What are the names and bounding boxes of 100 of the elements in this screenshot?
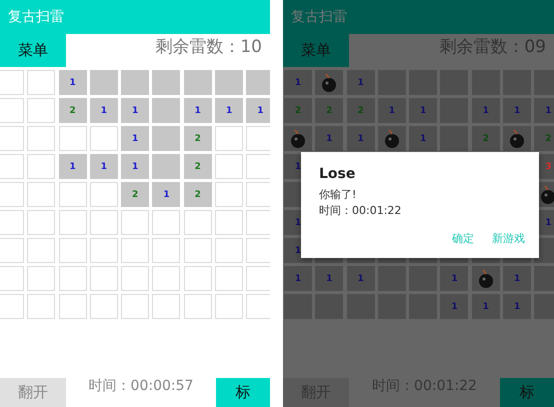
mine-cell[interactable] bbox=[27, 294, 56, 319]
mine-cell[interactable]: 2 bbox=[534, 126, 554, 151]
mine-cell[interactable] bbox=[0, 154, 24, 179]
mine-cell[interactable] bbox=[90, 294, 118, 319]
mine-cell[interactable]: 1 bbox=[90, 154, 118, 179]
mine-cell[interactable] bbox=[246, 182, 270, 207]
mine-cell[interactable] bbox=[121, 70, 150, 95]
mine-cell[interactable] bbox=[0, 182, 24, 207]
mine-cell[interactable]: 1 bbox=[503, 266, 532, 291]
mine-cell[interactable] bbox=[184, 210, 212, 235]
mine-cell[interactable] bbox=[27, 210, 56, 235]
mine-cell[interactable] bbox=[378, 266, 406, 291]
mine-cell[interactable] bbox=[215, 70, 244, 95]
mine-cell[interactable]: 2 bbox=[184, 154, 212, 179]
mine-cell[interactable] bbox=[246, 266, 270, 291]
mine-cell[interactable]: 1 bbox=[409, 98, 438, 123]
mine-cell[interactable] bbox=[534, 266, 554, 291]
mine-cell[interactable] bbox=[215, 210, 244, 235]
mine-cell[interactable]: 2 bbox=[58, 98, 87, 123]
mine-cell[interactable] bbox=[90, 210, 118, 235]
mine-cell[interactable] bbox=[27, 98, 56, 123]
mine-cell[interactable] bbox=[90, 266, 118, 291]
mine-cell[interactable] bbox=[503, 126, 532, 151]
mine-cell[interactable]: 2 bbox=[121, 182, 150, 207]
mine-cell[interactable]: 1 bbox=[534, 98, 554, 123]
mine-cell[interactable]: 1 bbox=[284, 266, 312, 291]
mine-cell[interactable] bbox=[0, 98, 24, 123]
mine-cell[interactable]: 1 bbox=[503, 98, 532, 123]
mine-cell[interactable] bbox=[215, 266, 244, 291]
mine-cell[interactable]: 1 bbox=[472, 294, 500, 319]
mine-cell[interactable]: 2 bbox=[184, 126, 212, 151]
mine-cell[interactable] bbox=[378, 126, 406, 151]
mine-cell[interactable] bbox=[215, 238, 244, 263]
mine-cell[interactable]: 1 bbox=[121, 126, 150, 151]
mine-cell[interactable] bbox=[58, 182, 87, 207]
mine-cell[interactable] bbox=[58, 210, 87, 235]
mine-cell[interactable] bbox=[152, 154, 180, 179]
mine-cell[interactable] bbox=[27, 182, 56, 207]
mine-cell[interactable] bbox=[215, 126, 244, 151]
mine-cell[interactable] bbox=[315, 70, 344, 95]
mine-cell[interactable]: 1 bbox=[472, 98, 500, 123]
mine-cell[interactable] bbox=[27, 266, 56, 291]
menu-button[interactable]: 菜单 bbox=[0, 34, 66, 67]
mine-cell[interactable] bbox=[472, 266, 500, 291]
mine-cell[interactable] bbox=[121, 238, 150, 263]
mine-cell[interactable] bbox=[27, 126, 56, 151]
mine-cell[interactable] bbox=[27, 154, 56, 179]
mine-cell[interactable] bbox=[152, 238, 180, 263]
mine-cell[interactable]: 2 bbox=[184, 182, 212, 207]
mine-cell[interactable]: 1 bbox=[121, 154, 150, 179]
mine-cell[interactable]: 1 bbox=[315, 266, 344, 291]
mine-cell[interactable] bbox=[184, 266, 212, 291]
mine-cell[interactable]: 1 bbox=[409, 126, 438, 151]
mine-cell[interactable] bbox=[215, 154, 244, 179]
mine-cell[interactable] bbox=[246, 210, 270, 235]
mine-cell[interactable] bbox=[246, 70, 270, 95]
mine-cell[interactable] bbox=[121, 266, 150, 291]
mine-cell[interactable] bbox=[215, 294, 244, 319]
mine-cell[interactable] bbox=[0, 210, 24, 235]
mine-cell[interactable] bbox=[284, 126, 312, 151]
mine-cell[interactable]: 1 bbox=[315, 126, 344, 151]
mine-cell[interactable] bbox=[246, 294, 270, 319]
mine-cell[interactable] bbox=[184, 294, 212, 319]
mine-cell[interactable] bbox=[90, 182, 118, 207]
mine-cell[interactable]: 1 bbox=[440, 266, 468, 291]
mine-cell[interactable]: 1 bbox=[90, 98, 118, 123]
mine-cell[interactable]: 1 bbox=[346, 266, 375, 291]
mine-cell[interactable] bbox=[121, 294, 150, 319]
mine-cell[interactable]: 2 bbox=[472, 126, 500, 151]
mine-cell[interactable]: 2 bbox=[346, 98, 375, 123]
mine-cell[interactable] bbox=[0, 126, 24, 151]
mine-cell[interactable] bbox=[215, 182, 244, 207]
mine-cell[interactable] bbox=[58, 126, 87, 151]
mine-cell[interactable] bbox=[58, 238, 87, 263]
mine-cell[interactable] bbox=[27, 70, 56, 95]
mine-cell[interactable]: 1 bbox=[440, 294, 468, 319]
flag-button[interactable]: 标 bbox=[500, 378, 554, 407]
mine-cell[interactable] bbox=[0, 294, 24, 319]
mine-cell[interactable] bbox=[121, 210, 150, 235]
mine-cell[interactable] bbox=[184, 70, 212, 95]
mine-cell[interactable] bbox=[152, 70, 180, 95]
mine-cell[interactable]: 1 bbox=[346, 126, 375, 151]
mine-cell[interactable]: 1 bbox=[346, 70, 375, 95]
mine-cell[interactable] bbox=[152, 210, 180, 235]
mine-cell[interactable]: 1 bbox=[152, 182, 180, 207]
mine-cell[interactable] bbox=[284, 294, 312, 319]
mine-cell[interactable] bbox=[152, 266, 180, 291]
mine-cell[interactable]: 1 bbox=[58, 70, 87, 95]
mine-cell[interactable]: 1 bbox=[215, 98, 244, 123]
mine-cell[interactable] bbox=[152, 98, 180, 123]
mine-cell[interactable] bbox=[0, 70, 24, 95]
mine-cell[interactable]: 1 bbox=[58, 154, 87, 179]
dialog-button[interactable]: 新游戏 bbox=[492, 231, 525, 246]
reveal-button[interactable]: 翻开 bbox=[0, 378, 66, 407]
mine-cell[interactable]: 2 bbox=[284, 98, 312, 123]
mine-cell[interactable] bbox=[409, 266, 438, 291]
mine-cell[interactable] bbox=[27, 238, 56, 263]
mine-cell[interactable] bbox=[152, 126, 180, 151]
mine-cell[interactable] bbox=[152, 294, 180, 319]
menu-button[interactable]: 菜单 bbox=[283, 34, 349, 67]
